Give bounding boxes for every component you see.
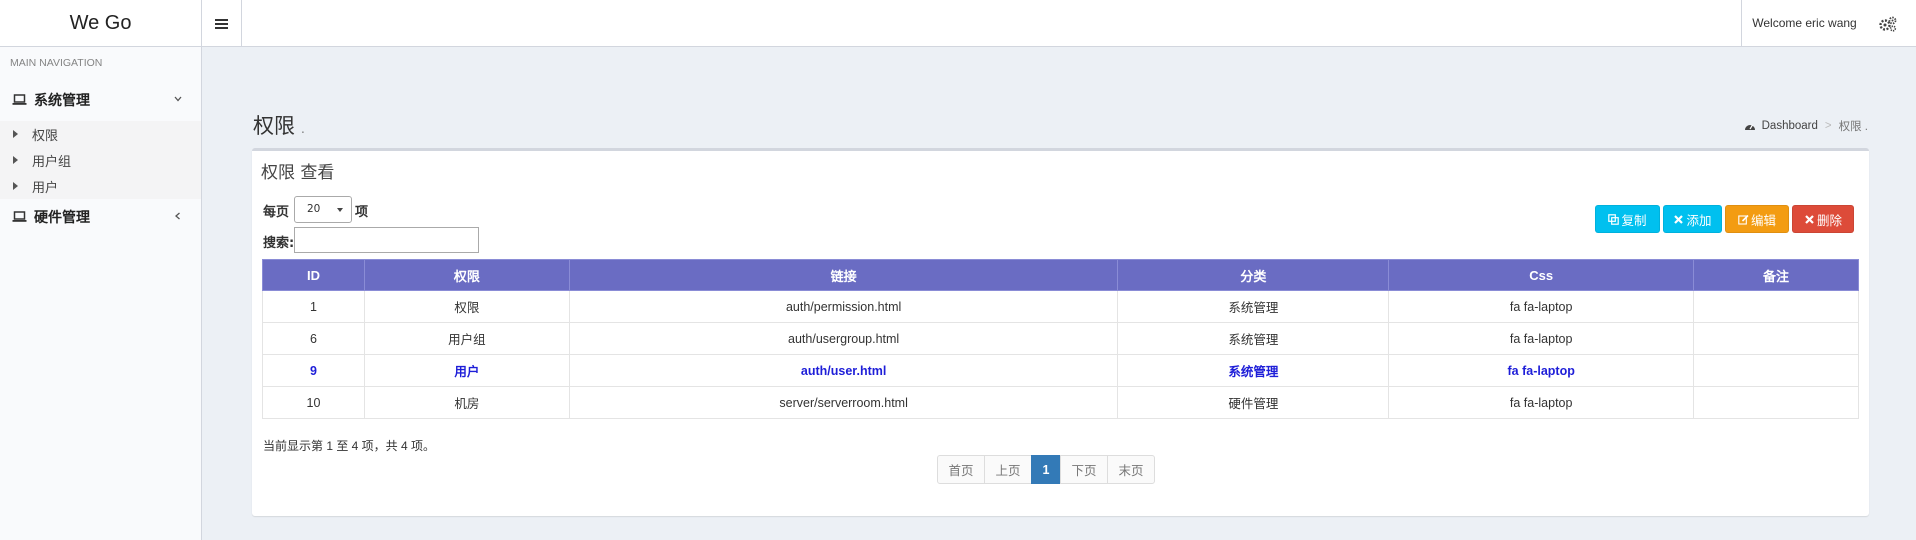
close-icon (1674, 214, 1684, 224)
box-title: 权限 查看 (261, 163, 335, 183)
sidebar-menu-system[interactable]: 系统管理 (0, 82, 201, 118)
chevron-down-icon (174, 96, 182, 102)
sidebar-menu-label: 硬件管理 (34, 210, 90, 226)
column-header-id[interactable]: ID (262, 259, 365, 291)
pager-next-button[interactable]: 下页 (1060, 455, 1108, 484)
close-icon (1805, 214, 1814, 224)
breadcrumb-separator: > (1824, 120, 1832, 132)
edit-button-label: 编辑 (1750, 212, 1776, 228)
sidebar-item-label: 用户组 (32, 154, 72, 170)
gears-icon[interactable] (1879, 16, 1897, 32)
add-button[interactable]: 添加 (1663, 205, 1722, 233)
cell-css: fa fa-laptop (1388, 322, 1695, 355)
cell-link: server/serverroom.html (568, 386, 1119, 419)
column-header-permission[interactable]: 权限 (363, 259, 570, 291)
sidebar-item-usergroup[interactable]: 用户组 (0, 147, 201, 173)
sidebar-item-label: 权限 (32, 128, 59, 144)
cell-css: fa fa-laptop (1388, 354, 1695, 387)
cell-permission: 权限 (363, 290, 570, 323)
breadcrumb-current: 权限 . (1838, 121, 1868, 133)
copy-button[interactable]: 复制 (1595, 205, 1660, 233)
permission-box: 权限 查看 每页 20 项 搜索: 复制 添加 编辑 删除 ID 权限 链接 分… (252, 148, 1869, 516)
cell-category: 系统管理 (1117, 322, 1390, 355)
edit-button[interactable]: 编辑 (1725, 205, 1789, 233)
cell-note (1693, 386, 1859, 419)
permission-table: ID 权限 链接 分类 Css 备注 1 权限 auth/permission.… (262, 259, 1859, 419)
breadcrumb: Dashboard > 权限 . (1744, 118, 1868, 134)
caret-right-icon (13, 156, 18, 164)
sidebar-submenu-system: 权限 用户组 用户 (0, 121, 201, 199)
nav-header: MAIN NAVIGATION (10, 57, 103, 69)
cell-css: fa fa-laptop (1388, 386, 1695, 419)
table-row[interactable]: 10 机房 server/serverroom.html 硬件管理 fa fa-… (262, 386, 1859, 419)
page-length-label: 每页 (263, 205, 290, 220)
table-header-row: ID 权限 链接 分类 Css 备注 (262, 259, 1859, 291)
cell-note (1693, 290, 1859, 323)
cell-css: fa fa-laptop (1388, 290, 1695, 323)
cell-permission: 用户 (363, 354, 570, 387)
cell-id: 9 (262, 354, 365, 387)
copy-icon (1608, 213, 1620, 225)
pagination: 首页 上页 1 下页 末页 (937, 455, 1155, 484)
table-row-selected[interactable]: 9 用户 auth/user.html 系统管理 fa fa-laptop (262, 354, 1859, 387)
search-input[interactable] (294, 227, 479, 253)
chevron-left-icon (175, 212, 180, 220)
caret-right-icon (13, 182, 18, 190)
breadcrumb-home[interactable]: Dashboard (1762, 120, 1818, 132)
top-header: We Go Welcome eric wang (0, 0, 1916, 47)
sidebar: MAIN NAVIGATION 系统管理 权限 用户组 用户 硬件管理 (0, 47, 202, 540)
sidebar-item-permission[interactable]: 权限 (0, 121, 201, 147)
cell-note (1693, 322, 1859, 355)
table-info: 当前显示第 1 至 4 项，共 4 项。 (263, 439, 436, 453)
add-button-label: 添加 (1686, 212, 1712, 228)
pager-first-button[interactable]: 首页 (937, 455, 985, 484)
column-header-category[interactable]: 分类 (1117, 259, 1390, 291)
app-logo[interactable]: We Go (0, 0, 202, 47)
pager-last-button[interactable]: 末页 (1107, 455, 1155, 484)
page-subtitle: . (301, 122, 305, 136)
page-title-text: 权限 (253, 114, 295, 138)
search-label: 搜索: (263, 236, 295, 251)
cell-permission: 用户组 (363, 322, 570, 355)
page-length-select[interactable]: 20 (294, 196, 352, 223)
page-title: 权限. (253, 110, 305, 140)
cell-id: 6 (262, 322, 365, 355)
sidebar-toggle-button[interactable] (202, 0, 242, 47)
edit-icon (1738, 214, 1749, 225)
cell-link: auth/usergroup.html (568, 322, 1119, 355)
sidebar-menu-label: 系统管理 (34, 93, 90, 109)
pager-prev-button[interactable]: 上页 (984, 455, 1032, 484)
caret-right-icon (13, 130, 18, 138)
cell-link: auth/user.html (568, 354, 1119, 387)
sidebar-menu-hardware[interactable]: 硬件管理 (0, 199, 201, 235)
copy-button-label: 复制 (1621, 212, 1647, 228)
table-row[interactable]: 1 权限 auth/permission.html 系统管理 fa fa-lap… (262, 290, 1859, 323)
delete-button[interactable]: 删除 (1792, 205, 1854, 233)
cell-category: 系统管理 (1117, 290, 1390, 323)
hamburger-icon (215, 18, 228, 29)
cell-note (1693, 354, 1859, 387)
dashboard-icon (1744, 124, 1755, 130)
cell-permission: 机房 (363, 386, 570, 419)
delete-button-label: 删除 (1816, 212, 1842, 228)
user-menu[interactable]: Welcome eric wang (1741, 0, 1867, 47)
cell-category: 硬件管理 (1117, 386, 1390, 419)
sidebar-item-label: 用户 (32, 180, 59, 196)
page-length-suffix: 项 (355, 205, 369, 220)
cell-category: 系统管理 (1117, 354, 1390, 387)
laptop-icon (12, 94, 27, 105)
cell-id: 10 (262, 386, 365, 419)
cell-id: 1 (262, 290, 365, 323)
sidebar-item-user[interactable]: 用户 (0, 173, 201, 199)
cell-link: auth/permission.html (568, 290, 1119, 323)
column-header-note[interactable]: 备注 (1693, 259, 1859, 291)
column-header-css[interactable]: Css (1388, 259, 1695, 291)
pager-page-current[interactable]: 1 (1031, 455, 1061, 484)
table-row[interactable]: 6 用户组 auth/usergroup.html 系统管理 fa fa-lap… (262, 322, 1859, 355)
column-header-link[interactable]: 链接 (568, 259, 1119, 291)
laptop-icon (12, 211, 27, 222)
